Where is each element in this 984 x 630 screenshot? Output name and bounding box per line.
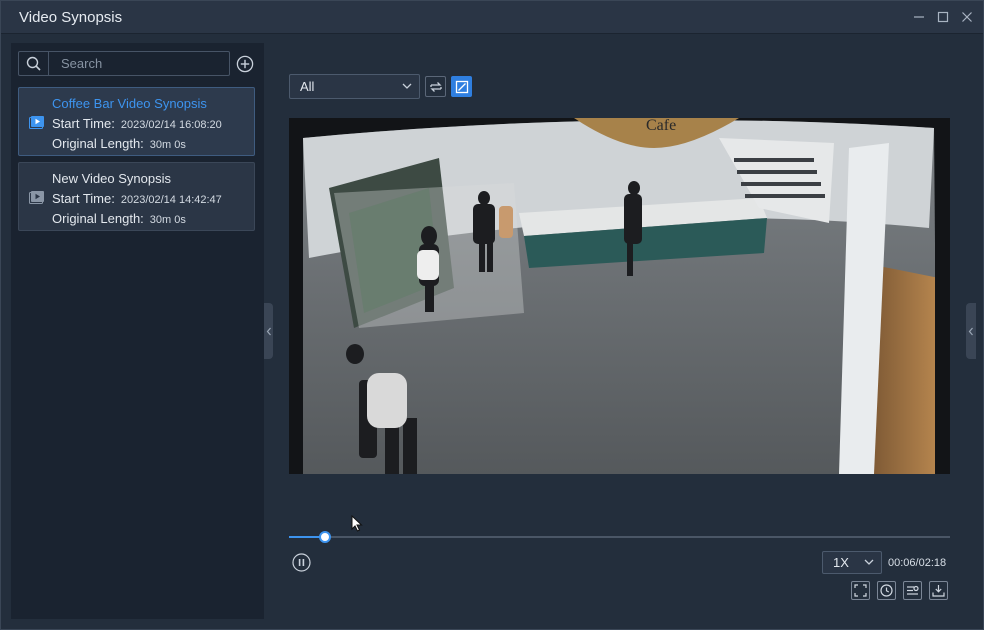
clock-icon [880,584,893,597]
pause-icon [292,553,311,572]
synopsis-name: Coffee Bar Video Synopsis [52,96,207,111]
progress-handle[interactable] [318,531,331,543]
collapse-left-panel-button[interactable] [264,303,273,359]
chevron-down-icon [864,559,874,565]
title-bar: Video Synopsis [1,1,983,34]
speed-select[interactable]: 1X [822,551,882,574]
add-synopsis-button[interactable] [236,55,254,73]
mouse-cursor-icon [351,515,363,532]
synopsis-original-length: Original Length: 30m 0s [52,136,186,151]
svg-text:Cafe: Cafe [646,118,676,134]
maximize-icon [937,11,949,23]
search-box [18,51,230,76]
close-button[interactable] [957,7,977,27]
window-title: Video Synopsis [19,8,123,26]
crop-frame-icon [455,80,468,93]
show-frame-button[interactable] [451,76,472,97]
pause-button[interactable] [292,553,311,572]
synopsis-item-coffee-bar[interactable]: Coffee Bar Video Synopsis Start Time: 202… [18,87,255,156]
swap-button[interactable] [425,76,446,97]
video-frame: Cafe [289,118,950,474]
synopsis-original-length: Original Length: 30m 0s [52,211,186,226]
video-icon [29,116,44,129]
search-input[interactable] [49,56,219,71]
collapse-left-icon [266,327,271,335]
video-synopsis-window: Video Synopsis Coffee Bar Video Syn [0,0,984,630]
synopsis-list-panel: Coffee Bar Video Synopsis Start Time:202… [11,43,264,619]
collapse-right-panel-button[interactable] [966,303,976,359]
time-readout: 00:06/02:18 [888,557,947,569]
synopsis-start-time: Start Time: 2023/02/14 16:08:20 [52,116,222,131]
close-icon [962,12,972,22]
search-icon[interactable] [19,52,49,75]
minimize-button[interactable] [909,7,929,27]
swap-icon [429,81,442,92]
chevron-down-icon [402,83,412,89]
download-icon [932,585,945,597]
speed-value: 1X [833,555,849,570]
add-icon [236,55,254,73]
minimize-icon [914,16,924,18]
maximize-button[interactable] [933,7,953,27]
download-button[interactable] [929,581,948,600]
filter-value: All [300,79,315,94]
video-icon [29,191,44,204]
synopsis-start-time: Start Time: 2023/02/14 14:42:47 [52,191,222,206]
fullscreen-icon [854,584,867,597]
filter-list-icon [907,585,919,595]
window-controls [909,7,977,27]
fullscreen-button[interactable] [851,581,870,600]
progress-bar[interactable] [289,531,950,543]
filter-list-button[interactable] [903,581,922,600]
filter-select[interactable]: All [289,74,420,99]
synopsis-name: New Video Synopsis [52,171,171,186]
collapse-right-icon [968,327,973,335]
video-player[interactable]: Cafe [289,118,950,474]
time-button[interactable] [877,581,896,600]
synopsis-item-new[interactable]: New Video Synopsis Start Time: 2023/02/14… [18,162,255,231]
